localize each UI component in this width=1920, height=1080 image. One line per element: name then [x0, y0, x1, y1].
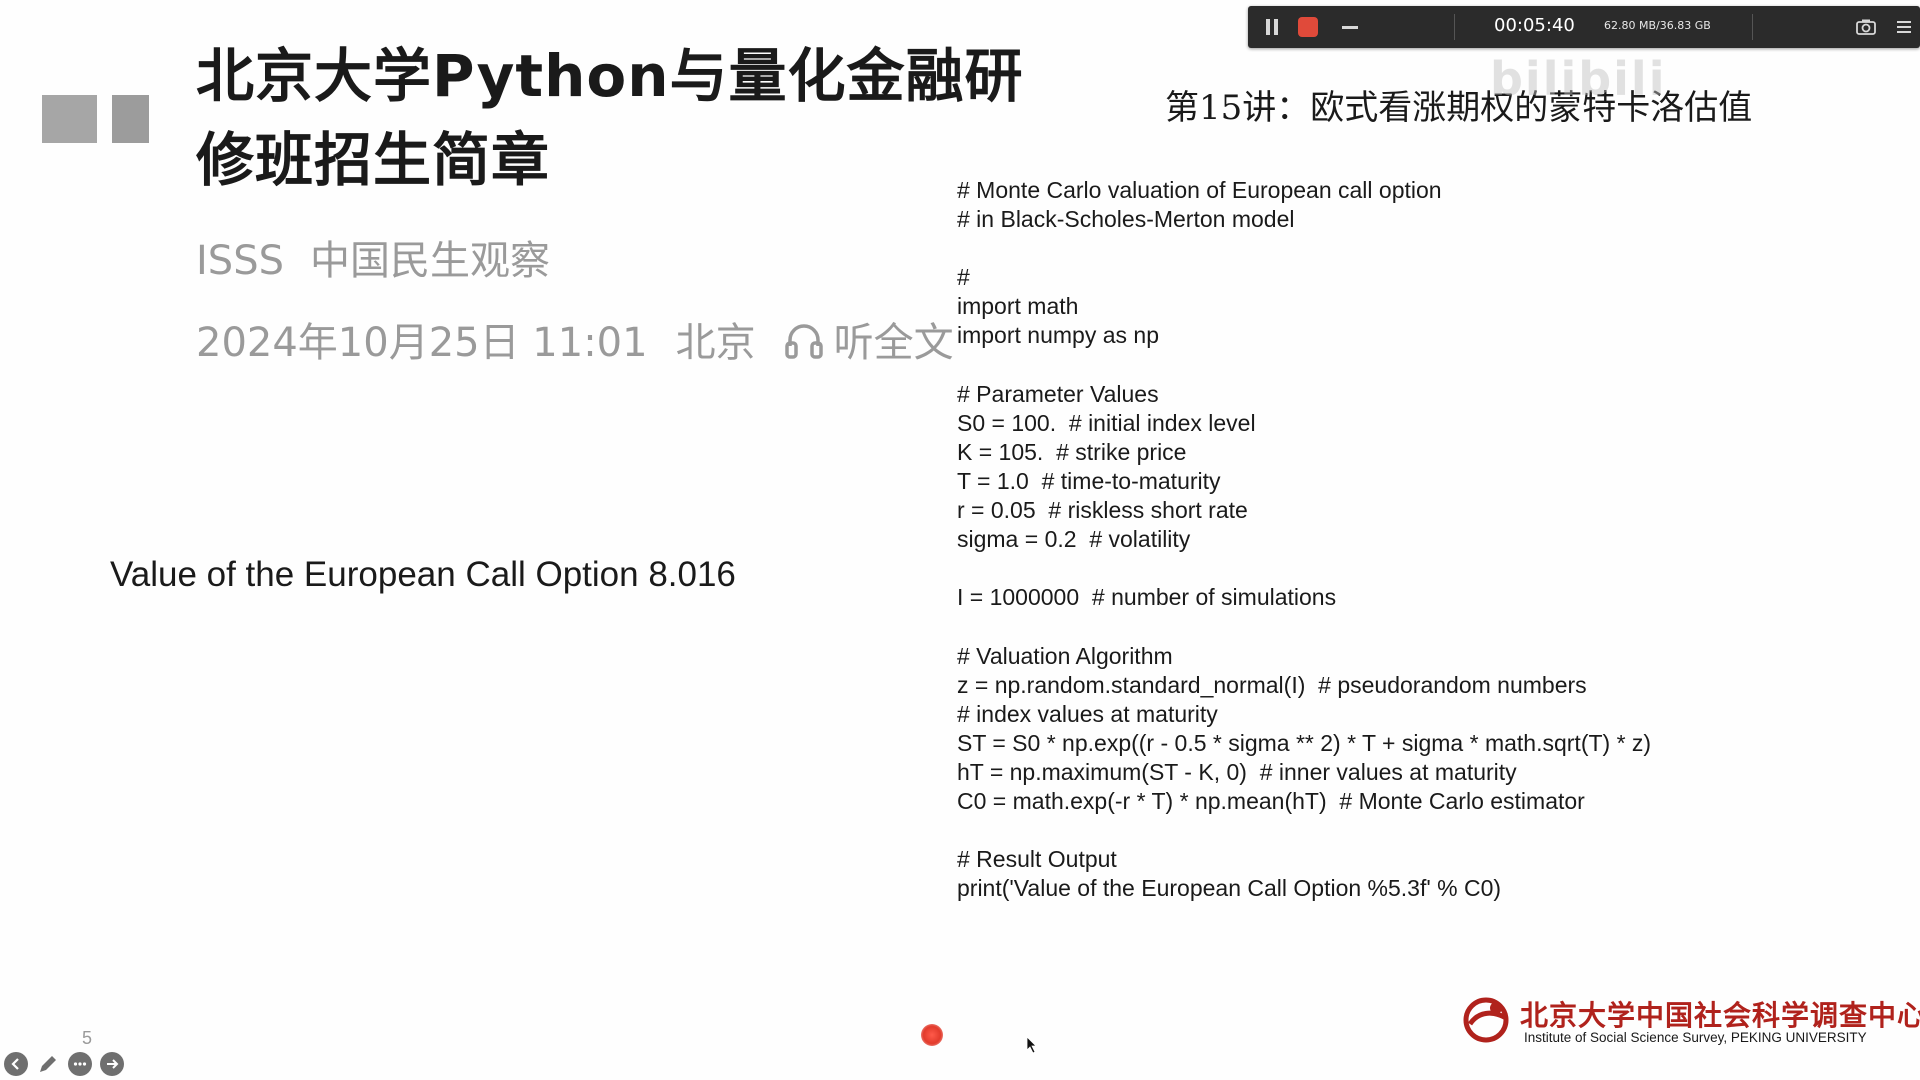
article-date: 2024年10月25日 11:01 — [196, 320, 648, 366]
article-source: ISSS 中国民生观察 — [196, 228, 550, 286]
code-line: # — [957, 264, 970, 291]
article-location: 北京 — [675, 320, 756, 366]
listen-button[interactable]: 听全文 — [834, 310, 954, 368]
code-line: K = 105. # strike price — [957, 438, 1187, 465]
code-line: sigma = 0.2 # volatility — [957, 526, 1191, 553]
decor-square-small — [112, 95, 149, 143]
storage-readout: 62.80 MB/36.83 GB — [1604, 19, 1711, 32]
code-line: import numpy as np — [957, 322, 1159, 349]
code-line: ST = S0 * np.exp((r - 0.5 * sigma ** 2) … — [957, 729, 1652, 756]
laser-pointer-icon — [921, 1024, 943, 1046]
pen-icon[interactable] — [36, 1052, 60, 1076]
stop-icon[interactable] — [1298, 17, 1318, 37]
article-meta: 2024年10月25日 11:01 北京 听全文 — [196, 310, 954, 368]
recording-timer: 00:05:40 — [1494, 15, 1575, 36]
institute-name-cn: 北京大学中国社会科学调查中心 — [1520, 999, 1920, 1032]
recorder-separator — [1454, 14, 1455, 40]
article-headline: 北京大学Python与量化金融研修班招生简章 — [196, 42, 1024, 194]
source-org: ISSS — [196, 238, 284, 284]
back-icon[interactable] — [4, 1052, 28, 1076]
slide-page-number: 5 — [82, 1028, 93, 1048]
institute-logo: 北京大学中国社会科学调查中心 Institute of Social Scien… — [1462, 994, 1920, 1050]
institute-emblem-icon — [1462, 994, 1510, 1046]
menu-icon[interactable] — [1894, 17, 1914, 37]
presentation-toolbar — [4, 1052, 124, 1076]
code-line: C0 = math.exp(-r * T) * np.mean(hT) # Mo… — [957, 787, 1585, 814]
mouse-cursor-icon — [1026, 1036, 1038, 1054]
institute-name-en: Institute of Social Science Survey, PEKI… — [1524, 1030, 1867, 1045]
code-line: hT = np.maximum(ST - K, 0) # inner value… — [957, 758, 1517, 785]
slide-canvas: 北京大学Python与量化金融研修班招生简章 ISSS 中国民生观察 2024年1… — [0, 0, 1920, 1080]
bilibili-watermark: bilibili — [1490, 52, 1667, 106]
code-line: T = 1.0 # time-to-maturity — [957, 467, 1221, 494]
camera-icon[interactable] — [1856, 17, 1876, 37]
code-line: print('Value of the European Call Option… — [957, 875, 1502, 902]
code-line: r = 0.05 # riskless short rate — [957, 497, 1248, 524]
code-line: # index values at maturity — [957, 700, 1218, 727]
more-icon[interactable] — [68, 1052, 92, 1076]
screen-recorder-bar: 00:05:40 62.80 MB/36.83 GB — [1248, 6, 1920, 48]
decor-square-large — [42, 95, 97, 143]
forward-icon[interactable] — [100, 1052, 124, 1076]
code-line: # Monte Carlo valuation of European call… — [957, 177, 1442, 203]
code-block: # Monte Carlo valuation of European call… — [957, 176, 1717, 903]
result-output: Value of the European Call Option 8.016 — [110, 555, 736, 594]
code-line: I = 1000000 # number of simulations — [957, 584, 1337, 611]
headphone-icon[interactable] — [784, 322, 824, 360]
minimize-icon[interactable] — [1340, 17, 1360, 37]
source-name[interactable]: 中国民生观察 — [310, 238, 550, 284]
code-line: z = np.random.standard_normal(I) # pseud… — [957, 671, 1587, 698]
code-line: # in Black-Scholes-Merton model — [957, 206, 1295, 233]
recorder-separator — [1752, 14, 1753, 40]
code-line: # Valuation Algorithm — [957, 642, 1173, 669]
code-line: # Parameter Values — [957, 380, 1159, 407]
pause-icon[interactable] — [1262, 17, 1282, 37]
code-line: S0 = 100. # initial index level — [957, 409, 1256, 436]
code-line: import math — [957, 293, 1079, 320]
code-line: # Result Output — [957, 846, 1117, 873]
